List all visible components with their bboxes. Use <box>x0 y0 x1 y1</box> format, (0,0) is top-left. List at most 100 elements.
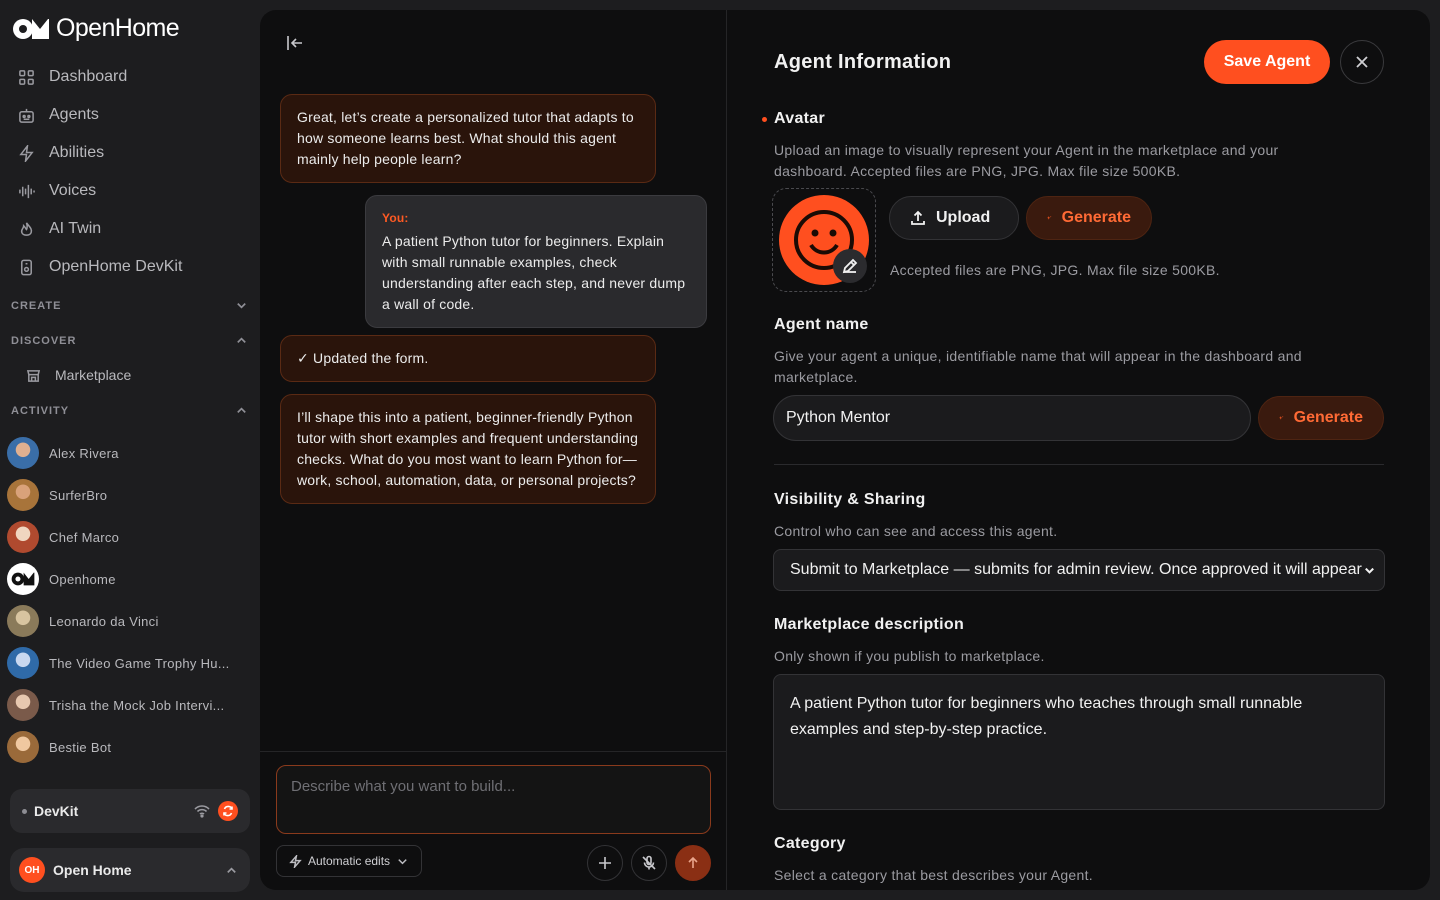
section-label: DISCOVER <box>11 334 77 347</box>
collapse-panel-icon[interactable] <box>284 32 306 54</box>
generate-name-button[interactable]: Generate <box>1258 396 1384 440</box>
section-label: CREATE <box>11 299 62 312</box>
message-text: A patient Python tutor for beginners. Ex… <box>382 233 686 312</box>
section-label: ACTIVITY <box>11 404 70 417</box>
avatar-help: Upload an image to visually represent yo… <box>774 142 1279 179</box>
avatar <box>7 437 39 469</box>
description-help: Only shown if you publish to marketplace… <box>774 648 1045 664</box>
save-agent-button[interactable]: Save Agent <box>1204 40 1330 84</box>
nav-label: Voices <box>49 182 97 199</box>
visibility-value: Submit to Marketplace — submits for admi… <box>790 561 1362 578</box>
agent-name-input[interactable]: Python Mentor <box>773 395 1251 441</box>
add-button[interactable] <box>587 845 623 881</box>
brand-name: OpenHome <box>56 14 180 42</box>
assistant-message: I’ll shape this into a patient, beginner… <box>280 394 656 504</box>
activity-label: Bestie Bot <box>49 739 112 755</box>
robot-icon <box>19 108 34 123</box>
nav-agents[interactable]: Agents <box>0 96 260 134</box>
nav-abilities[interactable]: Abilities <box>0 134 260 172</box>
arrow-up-icon <box>688 856 698 868</box>
activity-item[interactable]: SurferBro <box>7 474 252 516</box>
nav-devkit[interactable]: OpenHome DevKit <box>0 248 260 286</box>
visibility-select[interactable]: Submit to Marketplace — submits for admi… <box>773 549 1385 591</box>
agent-name-help: Give your agent a unique, identifiable n… <box>774 348 1302 385</box>
chevron-down-icon <box>398 858 407 864</box>
nav-marketplace[interactable]: Marketplace <box>26 362 131 388</box>
activity-item[interactable]: Leonardo da Vinci <box>7 600 252 642</box>
nav-label: Dashboard <box>49 68 128 85</box>
composer-area: Describe what you want to build... Autom… <box>260 751 727 890</box>
upload-label: Upload <box>936 209 991 226</box>
visibility-help: Control who can see and access this agen… <box>774 523 1058 539</box>
category-label: Category <box>774 835 846 852</box>
sparkle-icon <box>1279 415 1284 420</box>
activity-item[interactable]: Bestie Bot <box>7 726 252 768</box>
sidebar: OpenHome Dashboard Agents Abilities Voic… <box>0 0 260 900</box>
nav-voices[interactable]: Voices <box>0 172 260 210</box>
avatar <box>7 605 39 637</box>
status-dot <box>22 808 27 814</box>
plus-icon <box>599 857 611 869</box>
devkit-status[interactable]: DevKit <box>10 789 250 833</box>
edit-avatar-button[interactable] <box>833 249 867 283</box>
chevron-down-icon <box>237 303 246 309</box>
visibility-label: Visibility & Sharing <box>774 491 926 508</box>
activity-item[interactable]: Chef Marco <box>7 516 252 558</box>
devkit-label: DevKit <box>34 803 79 819</box>
avatar <box>7 521 39 553</box>
activity-label: SurferBro <box>49 487 108 503</box>
waveform-icon <box>19 184 35 198</box>
nav-ai-twin[interactable]: AI Twin <box>0 210 260 248</box>
wifi-icon <box>194 805 210 818</box>
section-discover[interactable]: DISCOVER <box>11 334 248 347</box>
automatic-edits-dropdown[interactable]: Automatic edits <box>276 845 423 877</box>
lightning-icon <box>289 854 302 868</box>
composer-input[interactable]: Describe what you want to build... <box>276 765 711 834</box>
flame-icon <box>20 221 33 236</box>
agent-name-label: Agent name <box>774 316 869 333</box>
activity-item[interactable]: Openhome <box>7 558 252 600</box>
section-create[interactable]: CREATE <box>11 299 248 312</box>
auto-edits-label: Automatic edits <box>308 854 391 868</box>
chevron-up-icon <box>237 337 246 343</box>
account-menu[interactable]: OH Open Home <box>10 848 250 892</box>
avatar-file-help: Accepted files are PNG, JPG. Max file si… <box>890 262 1220 278</box>
upload-button[interactable]: Upload <box>889 196 1019 240</box>
activity-item[interactable]: The Video Game Trophy Hu... <box>7 642 252 684</box>
device-icon <box>21 259 32 275</box>
avatar <box>7 479 39 511</box>
chevron-up-icon <box>237 407 246 413</box>
openhome-logo-icon <box>13 18 49 39</box>
avatar <box>7 647 39 679</box>
nav-label: Abilities <box>49 144 105 161</box>
sync-button[interactable] <box>218 801 238 821</box>
activity-label: Chef Marco <box>49 529 120 545</box>
activity-label: Openhome <box>49 571 116 587</box>
agent-name-value: Python Mentor <box>786 409 891 426</box>
section-activity[interactable]: ACTIVITY <box>11 404 248 417</box>
activity-list: Alex Rivera SurferBro Chef Marco Openhom… <box>7 432 252 768</box>
activity-item[interactable]: Alex Rivera <box>7 432 252 474</box>
avatar-dropzone[interactable] <box>772 188 876 292</box>
activity-label: Trisha the Mock Job Intervi... <box>49 697 225 713</box>
message-text: ✓ Updated the form. <box>297 350 429 366</box>
assistant-message: ✓ Updated the form. <box>280 335 656 382</box>
account-avatar: OH <box>19 857 45 883</box>
send-button[interactable] <box>675 845 711 881</box>
divider <box>774 464 1384 465</box>
logo[interactable]: OpenHome <box>12 14 180 43</box>
activity-label: Leonardo da Vinci <box>49 613 159 629</box>
nav-label: Agents <box>49 106 99 123</box>
activity-item[interactable]: Trisha the Mock Job Intervi... <box>7 684 252 726</box>
description-textarea[interactable]: A patient Python tutor for beginners who… <box>773 674 1385 810</box>
avatar <box>7 563 39 595</box>
nav-dashboard[interactable]: Dashboard <box>0 58 260 96</box>
close-button[interactable] <box>1340 40 1384 84</box>
mic-button[interactable] <box>631 845 667 881</box>
avatar-label: Avatar <box>774 110 826 127</box>
message-text: I’ll shape this into a patient, beginner… <box>297 409 639 488</box>
grid-icon <box>19 69 34 85</box>
generate-avatar-button[interactable]: Generate <box>1026 196 1152 240</box>
message-text: Great, let’s create a personalized tutor… <box>297 109 634 167</box>
avatar <box>7 731 39 763</box>
